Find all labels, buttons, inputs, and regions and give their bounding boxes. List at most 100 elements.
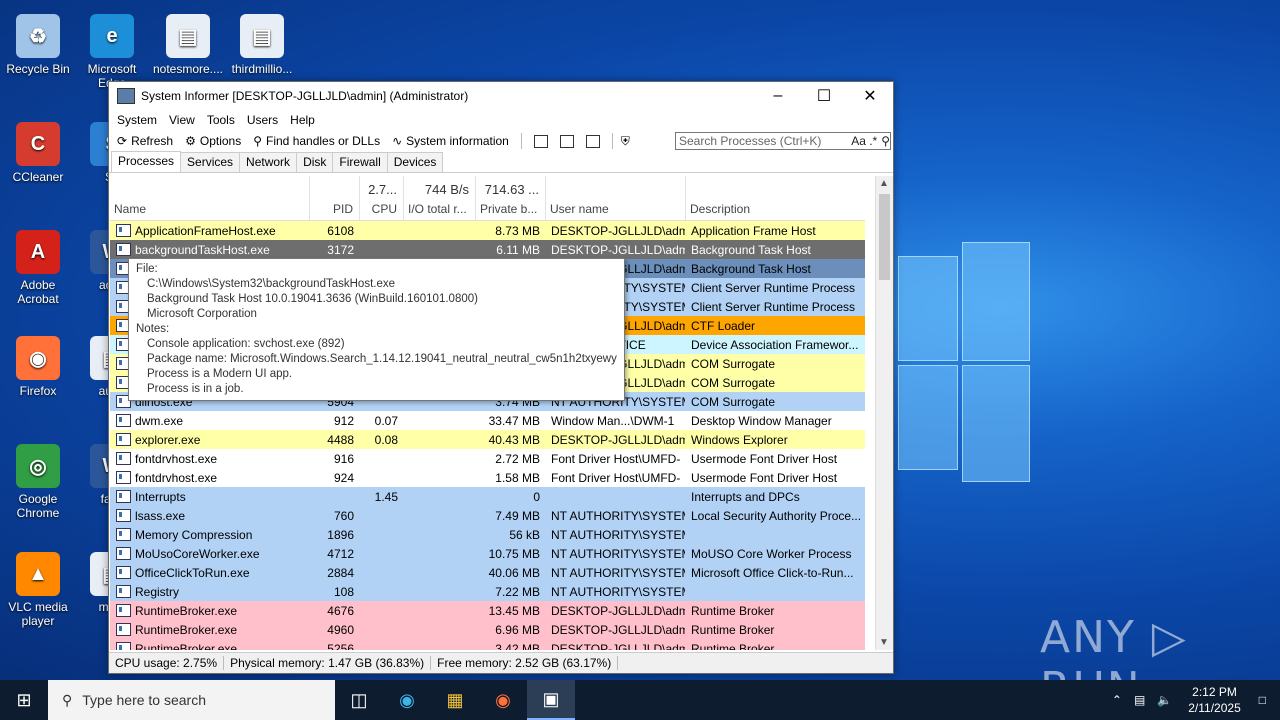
process-row[interactable]: RuntimeBroker.exe 4676 13.45 MB DESKTOP-JGL…: [110, 601, 865, 620]
menu-view[interactable]: View: [163, 113, 201, 127]
process-row[interactable]: ApplicationFrameHost.exe 6108 8.73 MB DESKT…: [110, 221, 865, 240]
tab-network[interactable]: Network: [239, 152, 298, 172]
taskbar-search[interactable]: ⚲ Type here to search: [48, 680, 335, 720]
cell-pid: 912: [333, 414, 354, 428]
network-icon[interactable]: ▤: [1128, 693, 1151, 707]
title-bar[interactable]: System Informer [DESKTOP-JGLLJLD\admin] …: [109, 82, 893, 110]
find-window-icon[interactable]: [559, 134, 574, 148]
cell-name: RuntimeBroker.exe: [135, 604, 238, 618]
process-row[interactable]: Memory Compression 1896 56 kB NT AUTHORITY\…: [110, 525, 865, 544]
recycle-bin-icon: ♻: [16, 14, 60, 58]
process-tree[interactable]: Name PID 2.7... CPU 744 B/s I/O total r...…: [110, 176, 865, 650]
search-processes-input[interactable]: Search Processes (Ctrl+K) Aa .* ⚲: [675, 132, 891, 150]
chevron-up-icon[interactable]: ⌃: [1106, 693, 1128, 707]
menu-tools[interactable]: Tools: [201, 113, 241, 127]
desktop-icon[interactable]: ▲ VLC media player: [0, 546, 76, 628]
process-row[interactable]: dwm.exe 912 0.07 33.47 MB Window Man...\DWM-…: [110, 411, 865, 430]
cell-desc: Runtime Broker: [691, 623, 775, 637]
file-explorer-icon[interactable]: ▦: [431, 680, 479, 720]
options-button[interactable]: ⚙ Options: [181, 134, 245, 148]
refresh-button[interactable]: ⟳ Refresh: [113, 134, 177, 148]
process-row[interactable]: Registry 108 7.22 MB NT AUTHORITY\SYSTEM: [110, 582, 865, 601]
system-information-button[interactable]: ∿ System information: [388, 134, 513, 148]
cpu-total: 2.7...: [368, 182, 397, 197]
scrollbar-thumb[interactable]: [879, 194, 890, 280]
tab-strip: Processes Services Network Disk Firewall…: [109, 151, 893, 173]
search-icon[interactable]: ⚲: [881, 134, 890, 148]
tab-disk[interactable]: Disk: [296, 152, 334, 172]
tooltip-version: Background Task Host 10.0.19041.3636 (Wi…: [147, 293, 478, 305]
search-placeholder: Search Processes (Ctrl+K): [679, 134, 822, 148]
desktop-icon[interactable]: ▤ notesmore....: [150, 8, 226, 76]
search-icon: ⚲: [253, 134, 263, 148]
scroll-down-icon[interactable]: ▼: [879, 637, 889, 648]
shield-icon[interactable]: ⛨: [621, 134, 630, 149]
process-row[interactable]: OfficeClickToRun.exe 2884 40.06 MB NT AUTHO…: [110, 563, 865, 582]
cell-priv: 40.06 MB: [488, 566, 540, 580]
cell-cpu: 0.07: [374, 414, 398, 428]
col-name[interactable]: Name: [110, 176, 310, 220]
find-handles-button[interactable]: ⚲ Find handles or DLLs: [249, 134, 384, 148]
cell-priv: 13.45 MB: [488, 604, 540, 618]
desktop-icon[interactable]: ◉ Firefox: [0, 330, 76, 398]
cell-desc: COM Surrogate: [691, 357, 776, 371]
col-pid[interactable]: PID: [310, 176, 360, 220]
edge-icon[interactable]: ◉: [383, 680, 431, 720]
desktop-icon[interactable]: C CCleaner: [0, 116, 76, 184]
col-cpu[interactable]: 2.7... CPU: [360, 176, 404, 220]
menu-help[interactable]: Help: [284, 113, 321, 127]
process-row[interactable]: fontdrvhost.exe 916 2.72 MB Font Driver Hos…: [110, 449, 865, 468]
close-window-icon[interactable]: [585, 134, 600, 148]
gear-icon: ⚙: [185, 134, 196, 148]
system-informer-taskbar-icon[interactable]: ▣: [527, 680, 575, 720]
clock[interactable]: 2:12 PM 2/11/2025: [1178, 684, 1251, 716]
col-private[interactable]: 714.63 ... Private b...: [476, 176, 546, 220]
minimize-button[interactable]: –: [755, 82, 801, 110]
system-tray: ⌃ ▤ 🔈 2:12 PM 2/11/2025 □: [1106, 680, 1280, 720]
firefox-icon: ◉: [16, 336, 60, 380]
firefox-icon[interactable]: ◉: [479, 680, 527, 720]
cell-name: RuntimeBroker.exe: [135, 623, 238, 637]
col-user[interactable]: User name: [546, 176, 686, 220]
cell-priv: 33.47 MB: [488, 414, 540, 428]
process-row[interactable]: RuntimeBroker.exe 5256 3.42 MB DESKTOP-JGLL…: [110, 639, 865, 650]
process-row[interactable]: backgroundTaskHost.exe 3172 6.11 MB DESKTOP…: [110, 240, 865, 259]
microsoft-edge-icon: e: [90, 14, 134, 58]
process-row[interactable]: RuntimeBroker.exe 4960 6.96 MB DESKTOP-JGLL…: [110, 620, 865, 639]
col-desc-label: Description: [690, 202, 751, 216]
private-total: 714.63 ...: [484, 182, 539, 197]
process-row[interactable]: Interrupts 1.45 0 Interrupts and DPCs: [110, 487, 865, 506]
desktop-icon[interactable]: ▤ thirdmillio...: [224, 8, 300, 76]
tab-processes[interactable]: Processes: [111, 151, 182, 172]
cell-user: DESKTOP-JGLLJLD\admi: [551, 604, 685, 618]
close-button[interactable]: ✕: [847, 82, 893, 110]
col-pid-label: PID: [332, 202, 353, 216]
cell-user: NT AUTHORITY\SYSTEM: [551, 509, 685, 523]
process-row[interactable]: lsass.exe 760 7.49 MB NT AUTHORITY\SYSTEM Lo…: [110, 506, 865, 525]
notification-icon[interactable]: □: [1251, 693, 1280, 707]
tab-devices[interactable]: Devices: [386, 152, 444, 172]
maximize-button[interactable]: ☐: [801, 82, 847, 110]
desktop-icon[interactable]: A Adobe Acrobat: [0, 224, 76, 306]
desktop-icon[interactable]: ◎ Google Chrome: [0, 438, 76, 520]
process-row[interactable]: MoUsoCoreWorker.exe 4712 10.75 MB NT AUTHOR…: [110, 544, 865, 563]
desktop-icon[interactable]: ♻ Recycle Bin: [0, 8, 76, 76]
cell-name: backgroundTaskHost.exe: [135, 243, 270, 257]
menu-users[interactable]: Users: [241, 113, 284, 127]
tab-firewall[interactable]: Firewall: [332, 152, 388, 172]
search-options[interactable]: Aa .*: [851, 134, 877, 148]
col-io[interactable]: 744 B/s I/O total r...: [404, 176, 476, 220]
desktop-icon-label: VLC media player: [8, 600, 68, 628]
scroll-up-icon[interactable]: ▲: [879, 178, 889, 189]
process-row[interactable]: fontdrvhost.exe 924 1.58 MB Font Driver Hos…: [110, 468, 865, 487]
vertical-scrollbar[interactable]: ▲ ▼: [875, 176, 893, 650]
col-description[interactable]: Description: [686, 176, 865, 220]
task-view-icon[interactable]: ◫: [335, 680, 383, 720]
volume-icon[interactable]: 🔈: [1151, 693, 1178, 707]
process-row[interactable]: explorer.exe 4488 0.08 40.43 MB DESKTOP-JGLL…: [110, 430, 865, 449]
tab-services[interactable]: Services: [180, 152, 241, 172]
window-icon[interactable]: [533, 134, 548, 148]
menu-system[interactable]: System: [111, 113, 163, 127]
start-button[interactable]: ⊞: [0, 680, 48, 720]
desktop-icon[interactable]: eMicrosoft Edge: [74, 8, 150, 90]
